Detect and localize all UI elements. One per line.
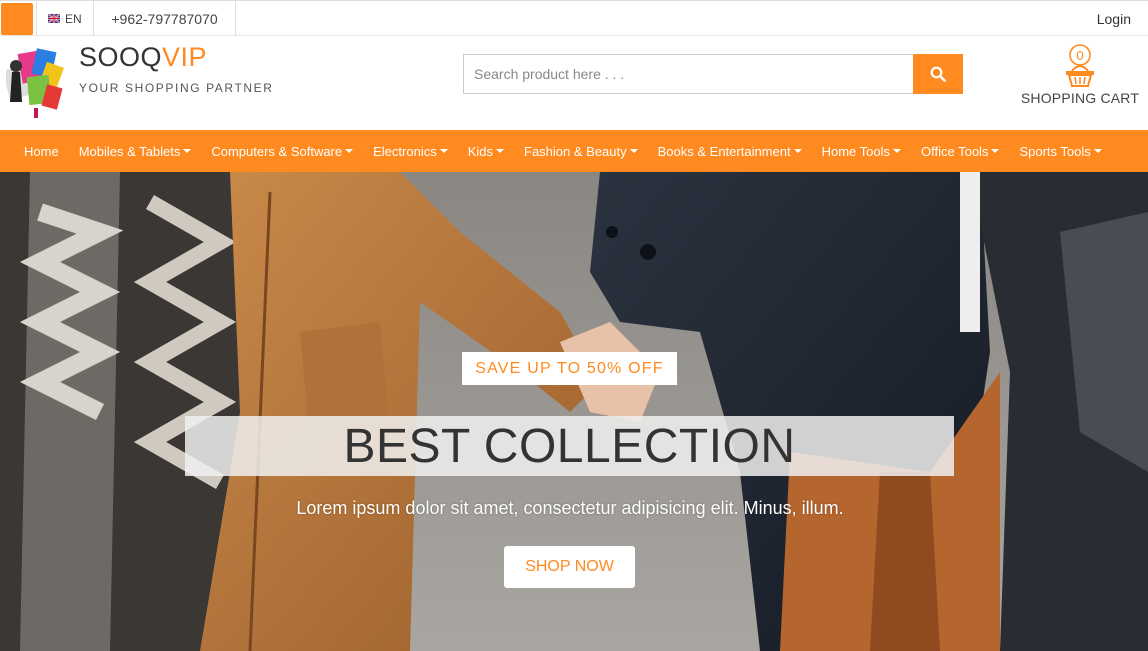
discount-badge: SAVE UP TO 50% OFF xyxy=(462,352,677,385)
caret-down-icon xyxy=(345,149,354,153)
language-label: EN xyxy=(65,11,82,26)
brand-tagline: YOUR SHOPPING PARTNER xyxy=(79,81,274,95)
main-navigation: Home Mobiles & Tablets Computers & Softw… xyxy=(0,130,1148,172)
brand-accent: VIP xyxy=(162,42,208,72)
nav-item-label: Books & Entertainment xyxy=(657,143,791,159)
search-input[interactable] xyxy=(463,54,913,94)
nav-item-label: Sports Tools xyxy=(1019,143,1091,159)
caret-down-icon xyxy=(183,149,192,153)
headline-box: BEST COLLECTION xyxy=(185,416,954,476)
menu-toggle-button[interactable] xyxy=(1,3,33,35)
caret-down-icon xyxy=(793,149,802,153)
shopping-cart[interactable]: 0 SHOPPING CART xyxy=(1020,44,1140,106)
basket-icon: 0 xyxy=(1066,44,1094,87)
brand-primary: SOOQ xyxy=(79,42,163,72)
hero-subtext: Lorem ipsum dolor sit amet, consectetur … xyxy=(296,498,844,518)
hero-headline: BEST COLLECTION xyxy=(343,419,796,473)
uk-flag-icon xyxy=(48,14,60,23)
caret-down-icon xyxy=(893,149,901,153)
phone-number: +962-797787070 xyxy=(94,1,236,36)
nav-item-electronics[interactable]: Electronics xyxy=(363,144,458,159)
top-bar: EN +962-797787070 Login xyxy=(0,0,1148,36)
cart-label: SHOPPING CART xyxy=(1020,90,1140,106)
cart-count: 0 xyxy=(1076,48,1083,63)
search-bar xyxy=(463,54,963,94)
nav-item-home-tools[interactable]: Home Tools xyxy=(812,144,911,159)
nav-item-sports-tools[interactable]: Sports Tools xyxy=(1009,144,1111,159)
nav-item-label: Kids xyxy=(467,143,493,159)
language-selector[interactable]: EN xyxy=(36,1,94,36)
logo-image[interactable] xyxy=(6,46,70,122)
nav-item-label: Home Tools xyxy=(821,143,890,159)
caret-down-icon xyxy=(439,149,448,153)
nav-item-computers-software[interactable]: Computers & Software xyxy=(201,144,363,159)
nav-item-fashion-beauty[interactable]: Fashion & Beauty xyxy=(514,144,648,159)
brand-name[interactable]: SOOQVIP xyxy=(79,42,207,73)
nav-item-kids[interactable]: Kids xyxy=(458,144,514,159)
caret-down-icon xyxy=(1093,149,1102,153)
caret-down-icon xyxy=(496,149,504,153)
nav-item-books-entertainment[interactable]: Books & Entertainment xyxy=(648,144,812,159)
hero-banner: SAVE UP TO 50% OFF BEST COLLECTION Lorem… xyxy=(0,172,1148,651)
caret-down-icon xyxy=(629,149,638,153)
nav-item-office-tools[interactable]: Office Tools xyxy=(911,144,1009,159)
nav-item-label: Computers & Software xyxy=(211,143,343,159)
caret-down-icon xyxy=(991,149,1000,153)
search-button[interactable] xyxy=(913,54,963,94)
nav-item-label: Office Tools xyxy=(921,143,989,159)
nav-item-mobiles-tablets[interactable]: Mobiles & Tablets xyxy=(69,144,202,159)
search-icon xyxy=(930,66,946,82)
shop-now-button[interactable]: SHOP NOW xyxy=(504,546,635,588)
nav-item-label: Mobiles & Tablets xyxy=(78,143,181,159)
nav-item-label: Home xyxy=(24,143,59,159)
nav-item-home[interactable]: Home xyxy=(14,144,69,159)
nav-item-label: Fashion & Beauty xyxy=(524,143,627,159)
nav-item-label: Electronics xyxy=(373,143,437,159)
login-link[interactable]: Login xyxy=(1097,1,1131,36)
